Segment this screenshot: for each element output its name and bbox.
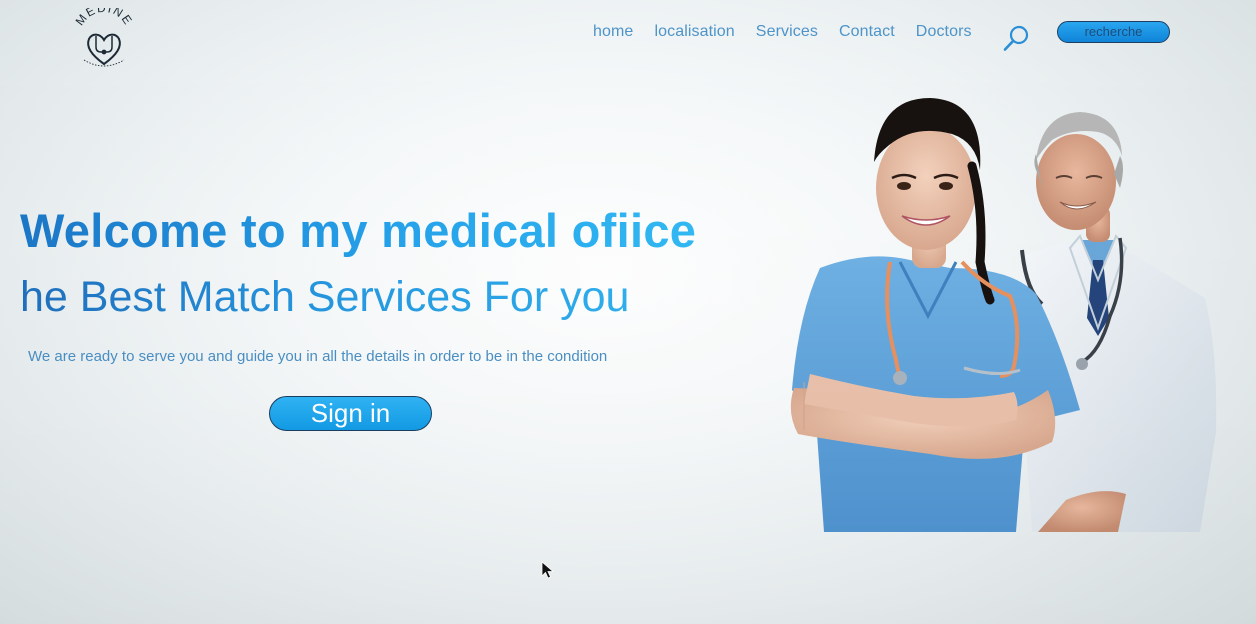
mouse-pointer-icon	[541, 561, 555, 579]
nav-contact[interactable]: Contact	[839, 23, 895, 41]
stethoscope-heart-icon: MEDINE	[73, 1, 136, 67]
nurse-and-doctor-photo	[790, 98, 1217, 532]
nav-localisation[interactable]: localisation	[654, 23, 734, 41]
hero-image	[780, 90, 1230, 532]
hero-subtitle: he Best Match Services For you	[20, 273, 630, 321]
sign-in-button[interactable]: Sign in	[269, 396, 432, 431]
hero-title: Welcome to my medical ofiice	[20, 204, 697, 257]
nav-home[interactable]: home	[593, 23, 633, 41]
search-icon[interactable]	[1001, 22, 1033, 54]
logo[interactable]: MEDINE	[72, 1, 136, 78]
svg-text:MEDINE: MEDINE	[73, 8, 136, 28]
nav-services[interactable]: Services	[756, 23, 818, 41]
nav-doctors[interactable]: Doctors	[916, 23, 972, 41]
logo-text: MEDINE	[73, 1, 135, 28]
search-button[interactable]: recherche	[1057, 21, 1170, 43]
main-nav: home localisation Services Contact Docto…	[593, 23, 972, 41]
hero-description: We are ready to serve you and guide you …	[28, 348, 608, 365]
